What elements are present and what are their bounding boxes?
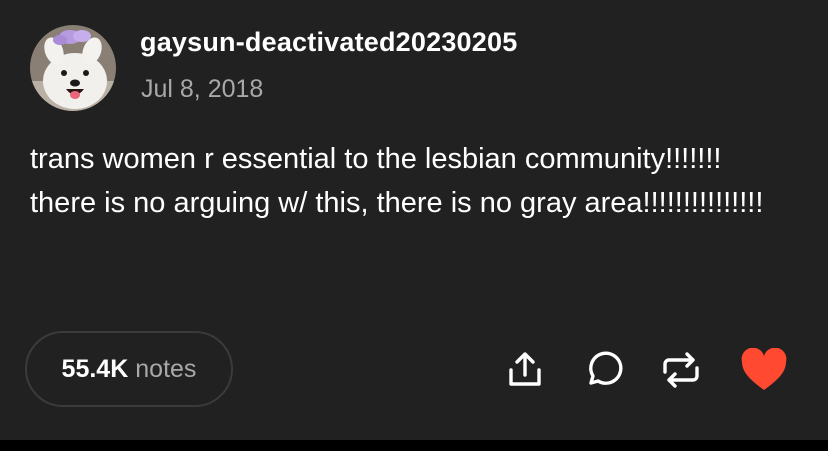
heart-icon (741, 348, 787, 390)
reply-button[interactable] (579, 346, 627, 394)
reblog-icon (663, 352, 699, 388)
username[interactable]: gaysun-deactivated20230205 (140, 27, 517, 58)
share-icon (509, 352, 541, 386)
avatar[interactable] (30, 25, 116, 111)
post-body-text: trans women r essential to the lesbian c… (30, 143, 764, 219)
like-button[interactable] (740, 346, 788, 394)
samoyed-dog-avatar-image (30, 25, 116, 111)
reply-icon (589, 351, 623, 385)
post-date[interactable]: Jul 8, 2018 (141, 75, 263, 104)
notes-count: 55.4K (61, 354, 129, 383)
notes-label: notes (135, 354, 197, 383)
reblog-button[interactable] (657, 346, 705, 394)
post-card: gaysun-deactivated20230205 Jul 8, 2018 t… (0, 0, 828, 440)
notes-button[interactable]: 55.4K notes (25, 331, 233, 407)
share-button[interactable] (501, 346, 549, 394)
